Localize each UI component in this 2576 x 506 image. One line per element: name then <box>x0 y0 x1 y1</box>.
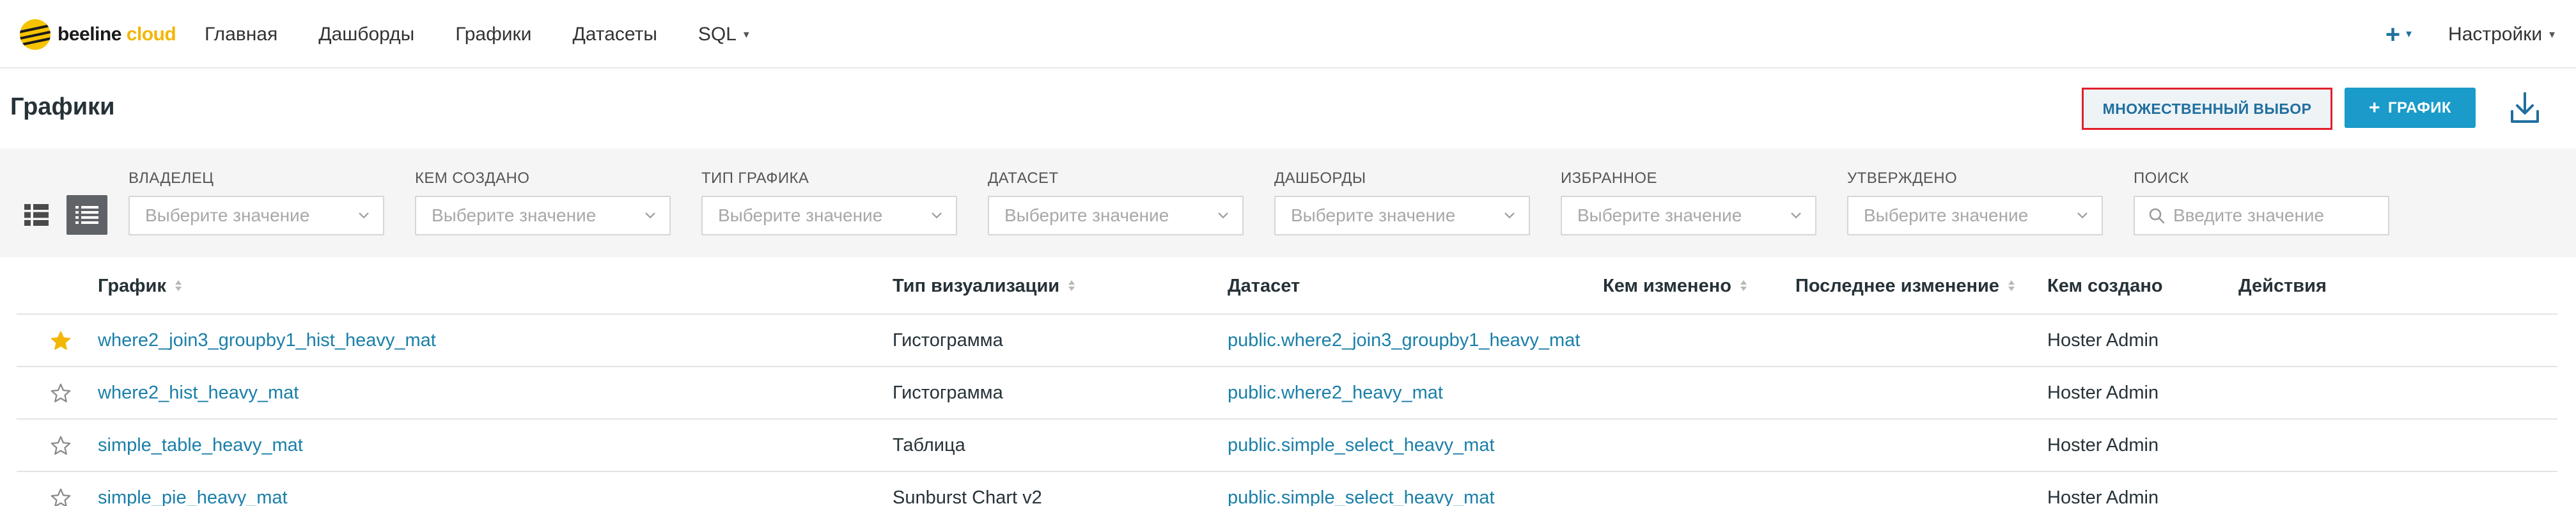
filter-placeholder: Выберите значение <box>1291 205 1456 225</box>
filter-label-dataset: ДАТАСЕТ <box>988 170 1059 187</box>
filter-approved-select[interactable]: Выберите значение <box>1847 196 2103 235</box>
search-field[interactable] <box>2134 196 2389 235</box>
multi-select-button[interactable]: МНОЖЕСТВЕННЫЙ ВЫБОР <box>2082 88 2332 130</box>
column-header-dataset: Датасет <box>1228 275 1300 296</box>
grid-view-icon <box>24 204 49 226</box>
star-outline-icon[interactable] <box>50 383 72 404</box>
nav-item-home[interactable]: Главная <box>205 24 277 45</box>
chart-name-link[interactable]: simple_table_heavy_mat <box>98 420 303 471</box>
chart-name-link[interactable]: where2_hist_heavy_mat <box>98 367 299 418</box>
column-header-actions: Действия <box>2238 275 2327 296</box>
sort-icon <box>2008 280 2015 292</box>
table-row: where2_hist_heavy_mat Гистограмма public… <box>17 367 2557 420</box>
beeline-logo-icon <box>20 19 51 50</box>
chevron-down-icon <box>1218 212 1228 219</box>
settings-menu[interactable]: Настройки ▼ <box>2448 24 2557 45</box>
star-outline-icon[interactable] <box>50 435 72 457</box>
search-icon <box>2149 208 2165 224</box>
viz-type-cell: Гистограмма <box>893 382 1003 403</box>
sort-icon <box>1068 280 1075 292</box>
created-by-cell: Hoster Admin <box>2047 487 2159 506</box>
list-view-icon <box>75 206 98 224</box>
filter-placeholder: Выберите значение <box>145 205 310 225</box>
table-row: where2_join3_groupby1_hist_heavy_mat Гис… <box>17 315 2557 367</box>
nav-item-datasets[interactable]: Датасеты <box>572 24 657 45</box>
search-label: ПОИСК <box>2134 170 2189 187</box>
dataset-link[interactable]: public.simple_select_heavy_mat <box>1228 472 1495 506</box>
brand-name: beeline cloud <box>58 24 176 45</box>
add-new-menu[interactable]: + ▼ <box>2385 22 2414 47</box>
caret-down-icon: ▼ <box>2404 29 2414 40</box>
dataset-link[interactable]: public.where2_heavy_mat <box>1228 367 1443 418</box>
page-title: Графики <box>10 93 115 120</box>
filter-label-owner: ВЛАДЕЛЕЦ <box>129 170 214 187</box>
filter-label-chart-type: ТИП ГРАФИКА <box>701 170 809 187</box>
table-header: График Тип визуализации Датасет Кем изме… <box>17 257 2557 315</box>
main-nav: Главная Дашборды Графики Датасеты SQL ▼ <box>205 0 792 68</box>
filter-dashboards-select[interactable]: Выберите значение <box>1274 196 1530 235</box>
top-right-controls: + ▼ Настройки ▼ <box>2385 0 2557 68</box>
filter-created-by-select[interactable]: Выберите значение <box>415 196 671 235</box>
filter-dataset-select[interactable]: Выберите значение <box>988 196 1244 235</box>
nav-item-dashboards[interactable]: Дашборды <box>318 24 414 45</box>
sort-icon <box>175 280 182 292</box>
filter-owner-select[interactable]: Выберите значение <box>129 196 384 235</box>
table-row: simple_pie_heavy_mat Sunburst Chart v2 p… <box>17 472 2557 506</box>
filter-chart-type-select[interactable]: Выберите значение <box>701 196 957 235</box>
nav-item-sql-label: SQL <box>698 23 737 45</box>
chevron-down-icon <box>359 212 369 219</box>
column-header-modified-by[interactable]: Кем изменено <box>1603 257 1747 315</box>
plus-icon: + <box>2369 97 2380 118</box>
download-icon[interactable] <box>2509 90 2541 125</box>
filter-label-dashboards: ДАШБОРДЫ <box>1274 170 1366 187</box>
column-header-last-modified[interactable]: Последнее изменение <box>1795 257 2015 315</box>
filter-label-favorites: ИЗБРАННОЕ <box>1561 170 1657 187</box>
column-header-viz-type[interactable]: Тип визуализации <box>893 257 1075 315</box>
top-navigation-bar: beeline cloud Главная Дашборды Графики Д… <box>0 0 2576 68</box>
filter-favorites-select[interactable]: Выберите значение <box>1561 196 1816 235</box>
chart-name-link[interactable]: simple_pie_heavy_mat <box>98 472 288 506</box>
list-view-toggle[interactable] <box>66 195 107 235</box>
chevron-down-icon <box>2077 212 2088 219</box>
viz-type-cell: Таблица <box>893 434 965 455</box>
star-filled-icon[interactable] <box>50 330 72 352</box>
created-by-cell: Hoster Admin <box>2047 434 2159 455</box>
column-header-chart[interactable]: График <box>98 257 182 315</box>
plus-icon: + <box>2385 20 2401 49</box>
caret-down-icon: ▼ <box>2547 29 2557 40</box>
caret-down-icon: ▼ <box>741 29 751 40</box>
nav-item-charts[interactable]: Графики <box>455 24 531 45</box>
chevron-down-icon <box>1504 212 1515 219</box>
search-input[interactable] <box>2173 205 2384 226</box>
filter-placeholder: Выберите значение <box>718 205 883 225</box>
add-chart-button[interactable]: + ГРАФИК <box>2345 88 2476 128</box>
filter-placeholder: Выберите значение <box>1864 205 2029 225</box>
add-chart-label: ГРАФИК <box>2387 99 2451 116</box>
chart-name-link[interactable]: where2_join3_groupby1_hist_heavy_mat <box>98 315 436 366</box>
table-row: simple_table_heavy_mat Таблица public.si… <box>17 420 2557 472</box>
brand-logo[interactable]: beeline cloud <box>19 17 176 52</box>
dataset-link[interactable]: public.simple_select_heavy_mat <box>1228 420 1495 471</box>
chevron-down-icon <box>1791 212 1801 219</box>
star-outline-icon[interactable] <box>50 487 72 506</box>
created-by-cell: Hoster Admin <box>2047 329 2159 351</box>
dataset-link[interactable]: public.where2_join3_groupby1_heavy_mat <box>1228 315 1580 366</box>
chevron-down-icon <box>932 212 942 219</box>
chevron-down-icon <box>645 212 655 219</box>
filter-placeholder: Выберите значение <box>432 205 597 225</box>
sort-icon <box>1740 280 1747 292</box>
filter-placeholder: Выберите значение <box>1577 205 1742 225</box>
viz-type-cell: Sunburst Chart v2 <box>893 487 1042 506</box>
viz-type-cell: Гистограмма <box>893 329 1003 351</box>
created-by-cell: Hoster Admin <box>2047 382 2159 403</box>
settings-label: Настройки <box>2448 23 2543 45</box>
filter-label-created-by: КЕМ СОЗДАНО <box>415 170 530 187</box>
filter-label-approved: УТВЕРЖДЕНО <box>1847 170 1958 187</box>
grid-view-toggle[interactable] <box>16 195 57 235</box>
charts-table: График Тип визуализации Датасет Кем изме… <box>17 257 2557 506</box>
column-header-created-by: Кем создано <box>2047 275 2163 296</box>
nav-item-sql[interactable]: SQL ▼ <box>698 24 751 45</box>
filter-placeholder: Выберите значение <box>1004 205 1169 225</box>
